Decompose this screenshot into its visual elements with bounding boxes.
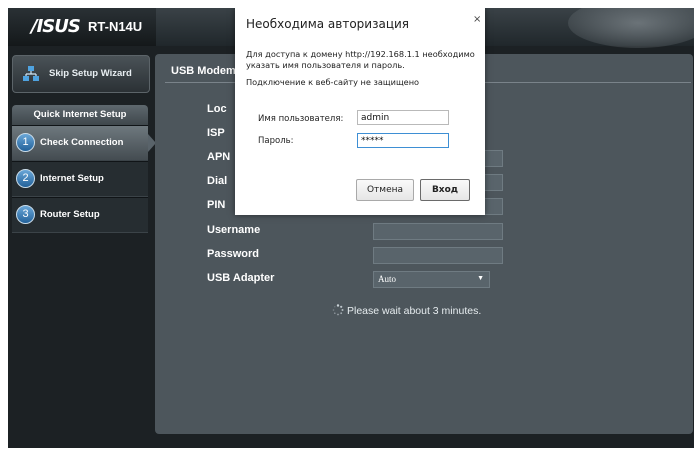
- password-label: Password: [207, 248, 259, 260]
- step-3-icon: 3: [16, 205, 35, 224]
- sidebar-item-label: Internet Setup: [40, 173, 104, 184]
- sidebar-item-check-connection[interactable]: 1 Check Connection: [12, 125, 156, 161]
- skip-setup-wizard-button[interactable]: Skip Setup Wizard: [12, 55, 150, 93]
- dialog-title: Необходима авторизация: [246, 17, 410, 31]
- step-2-icon: 2: [16, 169, 35, 188]
- wait-message: Please wait about 3 minutes.: [332, 304, 481, 317]
- chevron-down-icon: ▼: [477, 274, 484, 282]
- dialog-message: Для доступа к домену http://192.168.1.1 …: [246, 49, 475, 70]
- password-field[interactable]: [373, 247, 503, 264]
- password-input[interactable]: *****: [357, 133, 449, 148]
- asus-logo: /ISUS: [31, 16, 81, 37]
- skip-setup-wizard-label: Skip Setup Wizard: [49, 68, 132, 79]
- isp-label: ISP: [207, 127, 225, 139]
- login-button[interactable]: Вход: [420, 179, 470, 201]
- auth-dialog: Необходима авторизация × Для доступа к д…: [235, 8, 485, 215]
- usb-adapter-select[interactable]: Auto ▼: [373, 271, 490, 288]
- password-label: Пароль:: [258, 136, 294, 146]
- username-label: Имя пользователя:: [258, 114, 344, 124]
- usb-adapter-label: USB Adapter: [207, 272, 275, 284]
- router-admin-window: /ISUS RT-N14U Skip Setup Wizard Quick In…: [8, 8, 694, 448]
- username-field[interactable]: [373, 223, 503, 240]
- apn-label: APN: [207, 151, 231, 163]
- sidebar-item-internet-setup[interactable]: 2 Internet Setup: [12, 161, 148, 197]
- step-1-icon: 1: [16, 133, 35, 152]
- location-label: Loc: [207, 103, 227, 115]
- sidebar-item-label: Router Setup: [40, 209, 100, 220]
- cancel-button[interactable]: Отмена: [356, 179, 414, 201]
- network-icon: [23, 66, 39, 81]
- insecure-connection-warning: Подключение к веб-сайту не защищено: [246, 77, 420, 87]
- username-input[interactable]: admin: [357, 110, 449, 125]
- page-title: USB Modem: [171, 65, 236, 77]
- sidebar-item-label: Check Connection: [40, 137, 124, 148]
- sidebar-item-router-setup[interactable]: 3 Router Setup: [12, 197, 148, 233]
- close-icon[interactable]: ×: [473, 14, 481, 25]
- pin-label: PIN: [207, 199, 226, 211]
- quick-internet-setup-header: Quick Internet Setup: [12, 105, 148, 125]
- brand-area: /ISUS RT-N14U: [8, 8, 156, 46]
- router-model: RT-N14U: [88, 19, 143, 34]
- dial-label: Dial: [207, 175, 228, 187]
- username-label: Username: [207, 224, 261, 236]
- loading-spinner-icon: [332, 304, 344, 316]
